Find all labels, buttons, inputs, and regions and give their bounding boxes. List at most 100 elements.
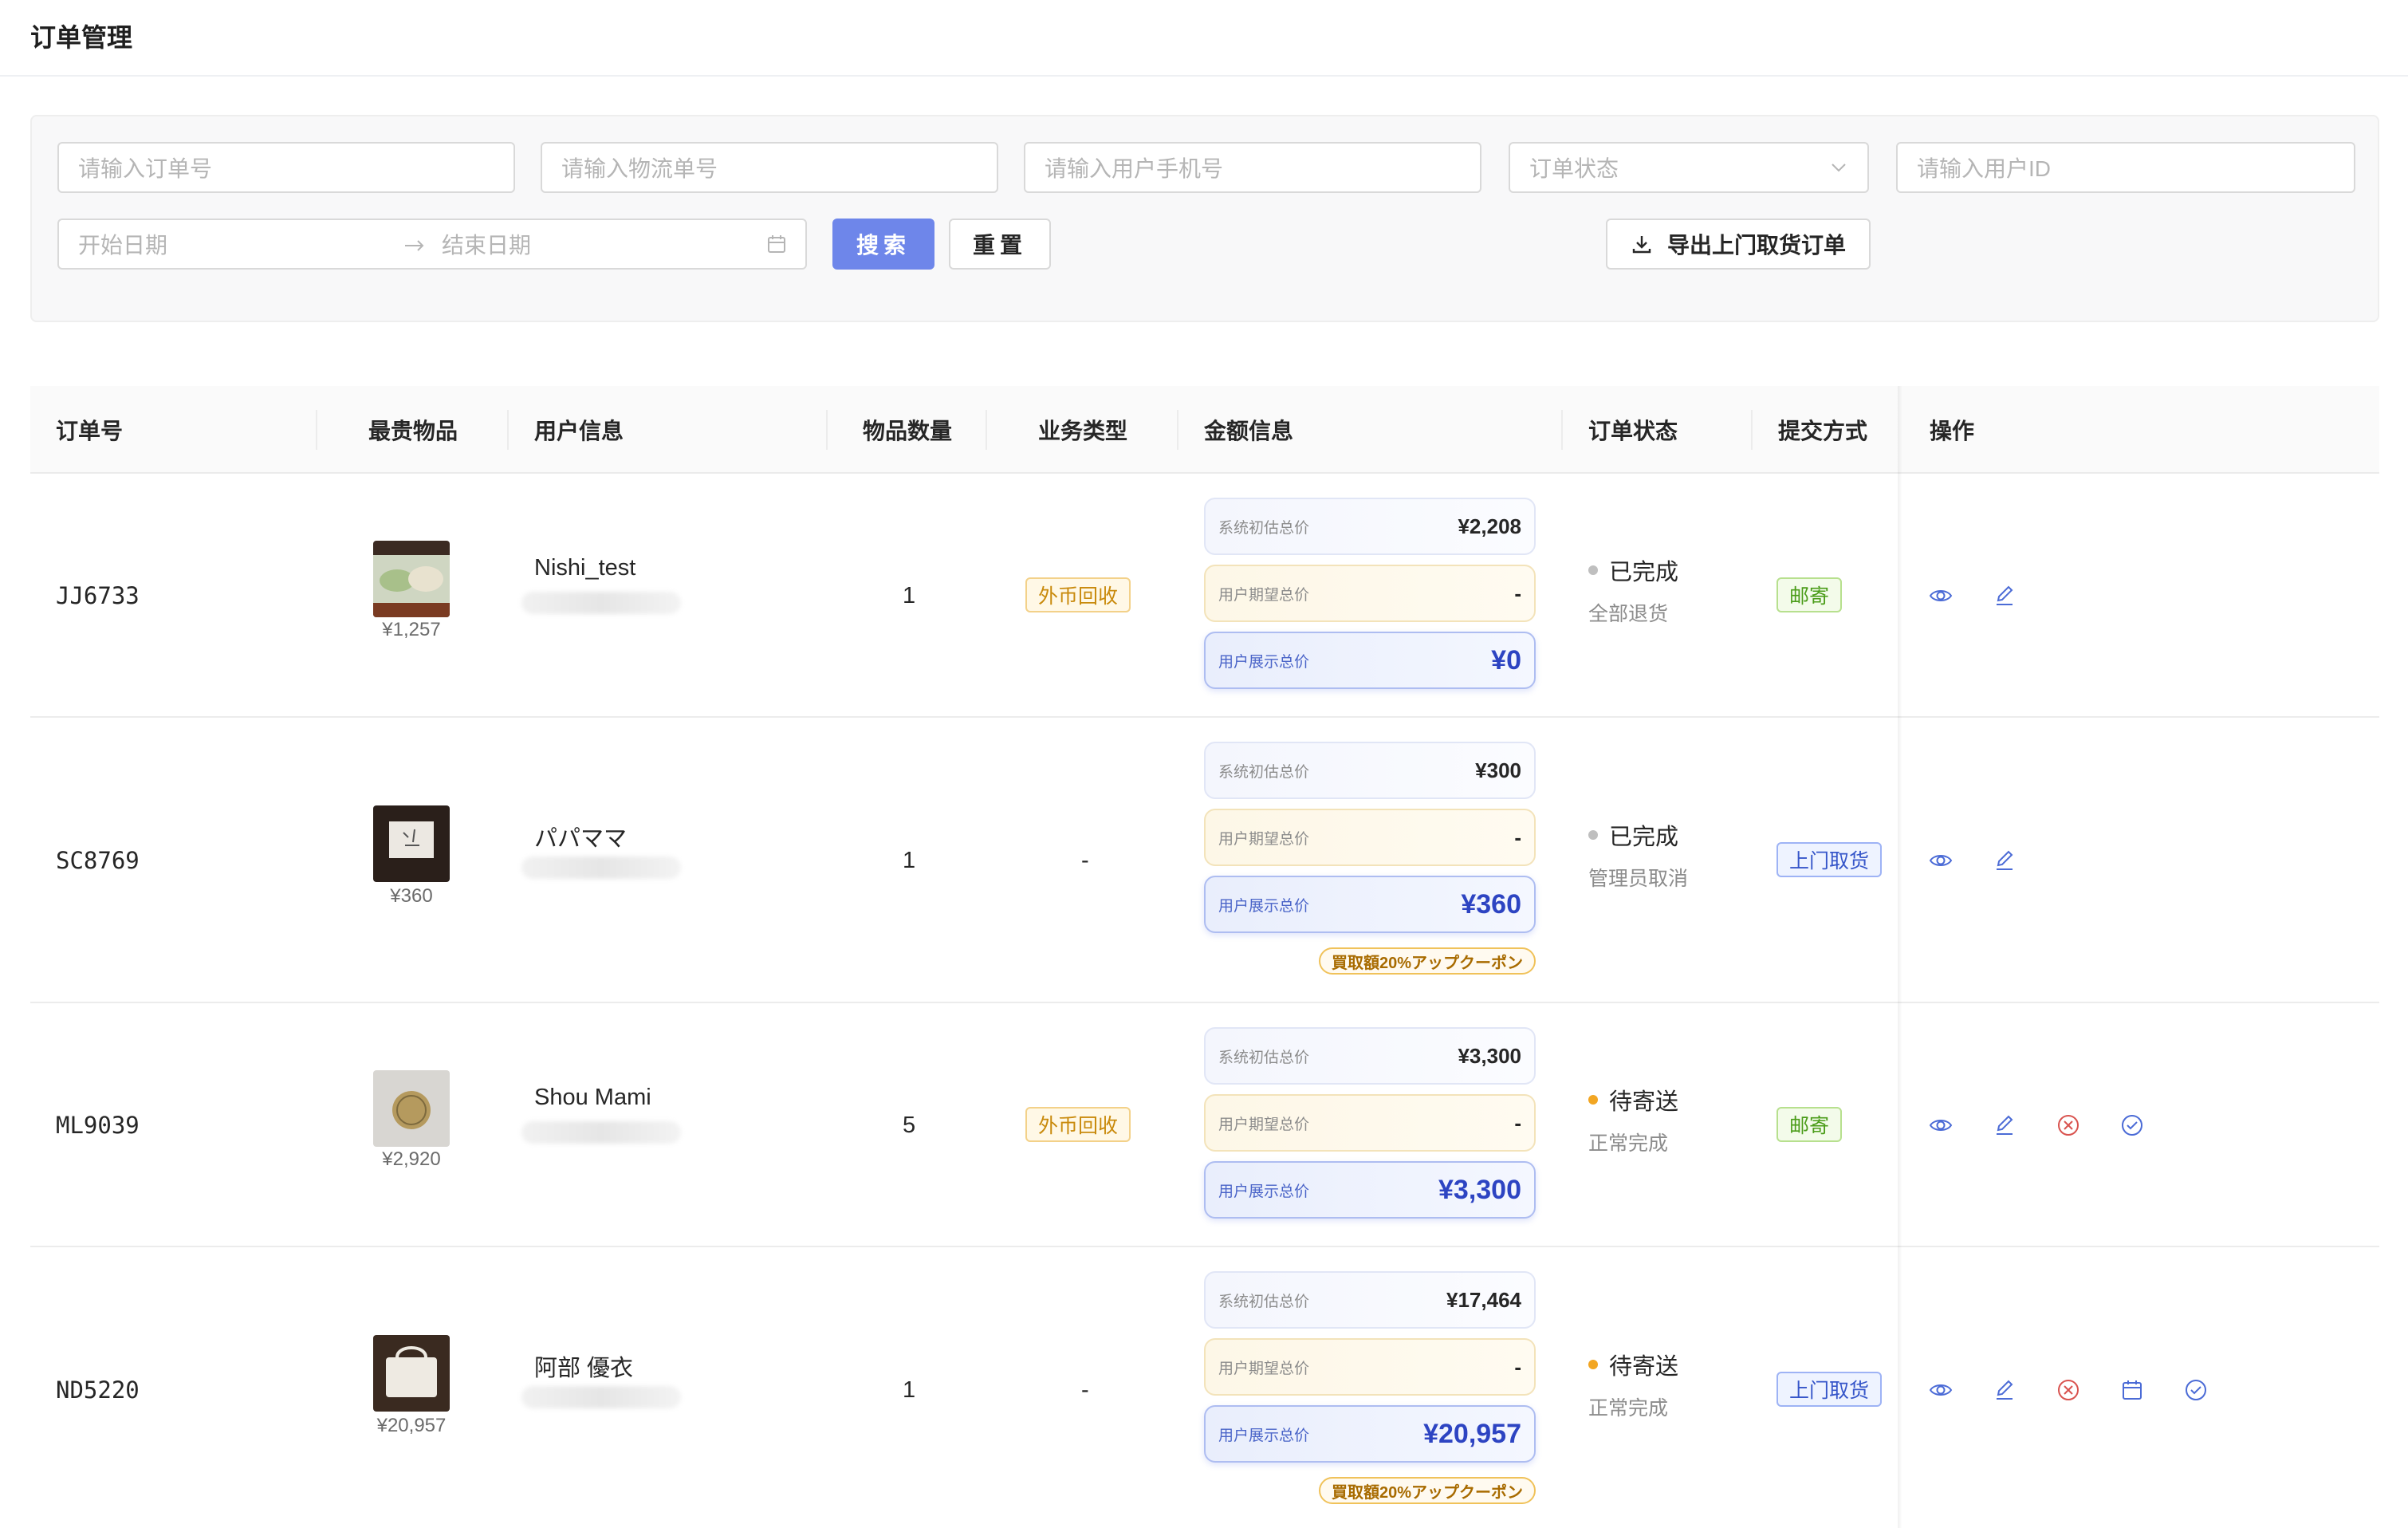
column-header-quantity: 物品数量: [863, 419, 953, 443]
price-info: 系统初估总价 ¥17,464 用户期望总价 - 用户展示总价 ¥20,957 買…: [1204, 1271, 1536, 1510]
user-name: Shou Mami: [534, 1085, 651, 1110]
item-thumbnail[interactable]: [373, 1070, 450, 1147]
check-circle-icon[interactable]: [2119, 1113, 2145, 1138]
date-range-picker[interactable]: 开始日期 结束日期: [57, 219, 807, 270]
coupon-badge: 買取額20%アップクーポン: [1318, 1477, 1536, 1504]
eye-icon[interactable]: [1928, 848, 1954, 873]
expected-total-box: 用户期望总价 -: [1204, 809, 1536, 866]
item-thumbnail-image: [373, 805, 450, 882]
submit-method-tag: 上门取货: [1776, 842, 1883, 877]
phone-input[interactable]: 请输入用户手机号: [1024, 142, 1481, 193]
eye-icon[interactable]: [1928, 583, 1954, 608]
edit-icon[interactable]: [1992, 848, 2017, 873]
column-header-user-info: 用户信息: [534, 419, 624, 443]
edit-icon[interactable]: [1992, 1377, 2017, 1403]
price-info: 系统初估总价 ¥300 用户期望总价 - 用户展示总价 ¥360 買取額20%ア…: [1204, 742, 1536, 981]
column-header-submit-method: 提交方式: [1778, 419, 1868, 443]
status-label: 待寄送: [1609, 1354, 1679, 1380]
user-id-placeholder: 请输入用户ID: [1917, 156, 2052, 181]
status-dot: [1588, 1095, 1598, 1105]
order-no[interactable]: ML9039: [56, 1003, 140, 1247]
item-price: ¥2,920: [382, 1148, 441, 1170]
item-thumbnail-image: [373, 1335, 450, 1412]
column-header-amount-info: 金额信息: [1204, 419, 1294, 443]
system-total-box: 系统初估总价 ¥3,300: [1204, 1027, 1536, 1085]
order-status-select[interactable]: 订单状态: [1509, 142, 1869, 193]
item-thumbnail-image: [373, 541, 450, 617]
sub-status-label: 全部退货: [1588, 603, 1669, 625]
user-contact-redacted: [521, 1386, 681, 1408]
calendar-icon[interactable]: [2119, 1377, 2145, 1403]
display-total-value: ¥0: [1491, 644, 1521, 675]
order-no-placeholder: 请输入订单号: [78, 156, 213, 181]
top-bar: 订单管理: [0, 0, 2408, 77]
orders-table: 订单号 最贵物品 用户信息 物品数量 业务类型 金额信息 订单状态 提交方式 操…: [30, 386, 2379, 1528]
item-quantity: 5: [903, 1112, 916, 1138]
item-price: ¥20,957: [376, 1415, 447, 1436]
submit-method-tag: 邮寄: [1776, 1107, 1843, 1142]
calendar-icon: [768, 235, 785, 253]
expected-total-box: 用户期望总价 -: [1204, 1094, 1536, 1152]
export-label: 导出上门取货订单: [1666, 233, 1846, 258]
coupon-badge: 買取額20%アップクーポン: [1318, 947, 1536, 975]
check-circle-icon[interactable]: [2183, 1377, 2209, 1403]
eye-icon[interactable]: [1928, 1377, 1954, 1403]
order-no[interactable]: SC8769: [56, 718, 140, 1003]
display-total-label: 用户展示总价: [1218, 653, 1310, 671]
order-status: 已完成 管理员取消: [1588, 818, 1688, 892]
system-total-box: 系统初估总价 ¥300: [1204, 742, 1536, 799]
business-type-tag: 外币回收: [1025, 1107, 1131, 1142]
export-pickup-orders-button[interactable]: 导出上门取货订单: [1606, 219, 1871, 270]
cancel-icon[interactable]: [2056, 1113, 2081, 1138]
expected-total-box: 用户期望总价 -: [1204, 1338, 1536, 1396]
order-status: 已完成 全部退货: [1588, 553, 1678, 627]
column-header-top-item: 最贵物品: [368, 419, 458, 443]
item-thumbnail[interactable]: [373, 1335, 450, 1412]
item-quantity: 1: [903, 847, 916, 873]
expected-total-label: 用户期望总价: [1218, 1116, 1310, 1133]
display-total-value: ¥360: [1461, 888, 1521, 920]
price-info: 系统初估总价 ¥2,208 用户期望总价 - 用户展示总价 ¥0: [1204, 498, 1536, 694]
cancel-icon[interactable]: [2056, 1377, 2081, 1403]
column-header-business-type: 业务类型: [1038, 419, 1128, 443]
system-total-label: 系统初估总价: [1218, 1293, 1310, 1310]
display-total-label: 用户展示总价: [1218, 1427, 1310, 1444]
system-total-box: 系统初估总价 ¥2,208: [1204, 498, 1536, 555]
user-contact-redacted: [521, 592, 681, 614]
user-name: Nishi_test: [534, 555, 636, 581]
submit-method-label: 上门取货: [1776, 1372, 1883, 1407]
sub-status-label: 正常完成: [1588, 1132, 1669, 1155]
column-header-order-status: 订单状态: [1588, 419, 1678, 443]
eye-icon[interactable]: [1928, 1113, 1954, 1138]
order-no[interactable]: ND5220: [56, 1247, 140, 1528]
display-total-box: 用户展示总价 ¥0: [1204, 632, 1536, 689]
item-thumbnail-image: [373, 1070, 450, 1147]
system-total-label: 系统初估总价: [1218, 763, 1310, 781]
edit-icon[interactable]: [1992, 1113, 2017, 1138]
system-total-value: ¥300: [1475, 758, 1521, 782]
item-thumbnail[interactable]: [373, 805, 450, 882]
order-status: 待寄送 正常完成: [1588, 1083, 1678, 1156]
reset-button[interactable]: 重置: [949, 219, 1051, 270]
sub-status-label: 管理员取消: [1588, 868, 1689, 890]
logistics-no-placeholder: 请输入物流单号: [561, 156, 718, 181]
start-date-placeholder: 开始日期: [78, 233, 168, 258]
order-no-input[interactable]: 请输入订单号: [57, 142, 515, 193]
table-row: ND5220 ¥20,957 阿部 優衣 1 - 系统初估总价 ¥17,464 …: [30, 1247, 2379, 1528]
status-label: 已完成: [1609, 560, 1679, 585]
price-info: 系统初估总价 ¥3,300 用户期望总价 - 用户展示总价 ¥3,300: [1204, 1027, 1536, 1223]
user-id-input[interactable]: 请输入用户ID: [1896, 142, 2355, 193]
edit-icon[interactable]: [1992, 583, 2017, 608]
system-total-label: 系统初估总价: [1218, 1049, 1310, 1066]
order-no[interactable]: JJ6733: [56, 474, 140, 718]
logistics-no-input[interactable]: 请输入物流单号: [541, 142, 998, 193]
system-total-value: ¥17,464: [1446, 1287, 1521, 1312]
expected-total-value: -: [1514, 825, 1521, 849]
status-label: 待寄送: [1609, 1089, 1679, 1115]
fixed-column-shadow: [1898, 386, 1902, 1528]
submit-method-label: 邮寄: [1776, 1107, 1843, 1142]
item-quantity: 1: [903, 1376, 916, 1403]
table-row: JJ6733 ¥1,257 Nishi_test 1 外币回收 系统初估总价 ¥…: [30, 474, 2379, 718]
item-thumbnail[interactable]: [373, 541, 450, 617]
search-button[interactable]: 搜索: [832, 219, 934, 270]
